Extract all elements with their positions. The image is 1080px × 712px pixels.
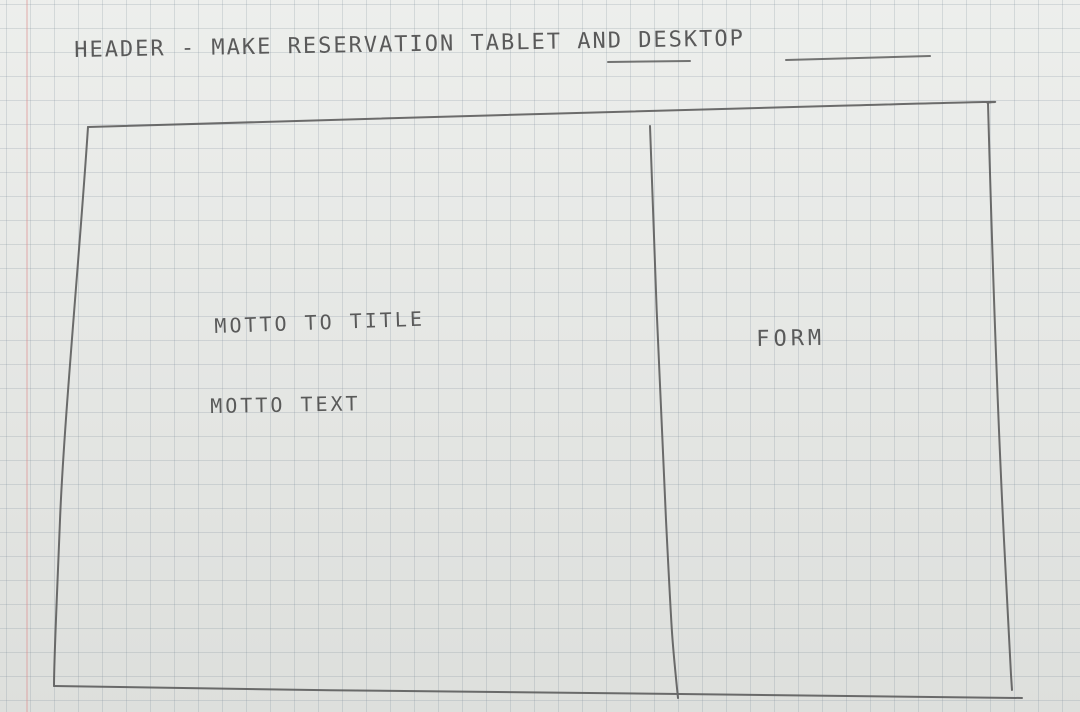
outer-frame-right-edge [987, 102, 1013, 691]
wireframe-sketch [53, 55, 1023, 699]
header-underline-desktop [785, 55, 931, 61]
outer-frame-top-edge [87, 100, 997, 128]
header-underline-tablet [607, 60, 691, 63]
graph-paper-sheet: { "sketch": { "header_label": "HEADER - … [0, 0, 1080, 712]
column-divider-line [649, 125, 679, 699]
outer-frame-left-edge [53, 126, 89, 687]
outer-frame-bottom-edge [53, 685, 1023, 699]
form-label: FORM [756, 325, 826, 352]
motto-text-label: MOTTO TEXT [210, 391, 361, 418]
